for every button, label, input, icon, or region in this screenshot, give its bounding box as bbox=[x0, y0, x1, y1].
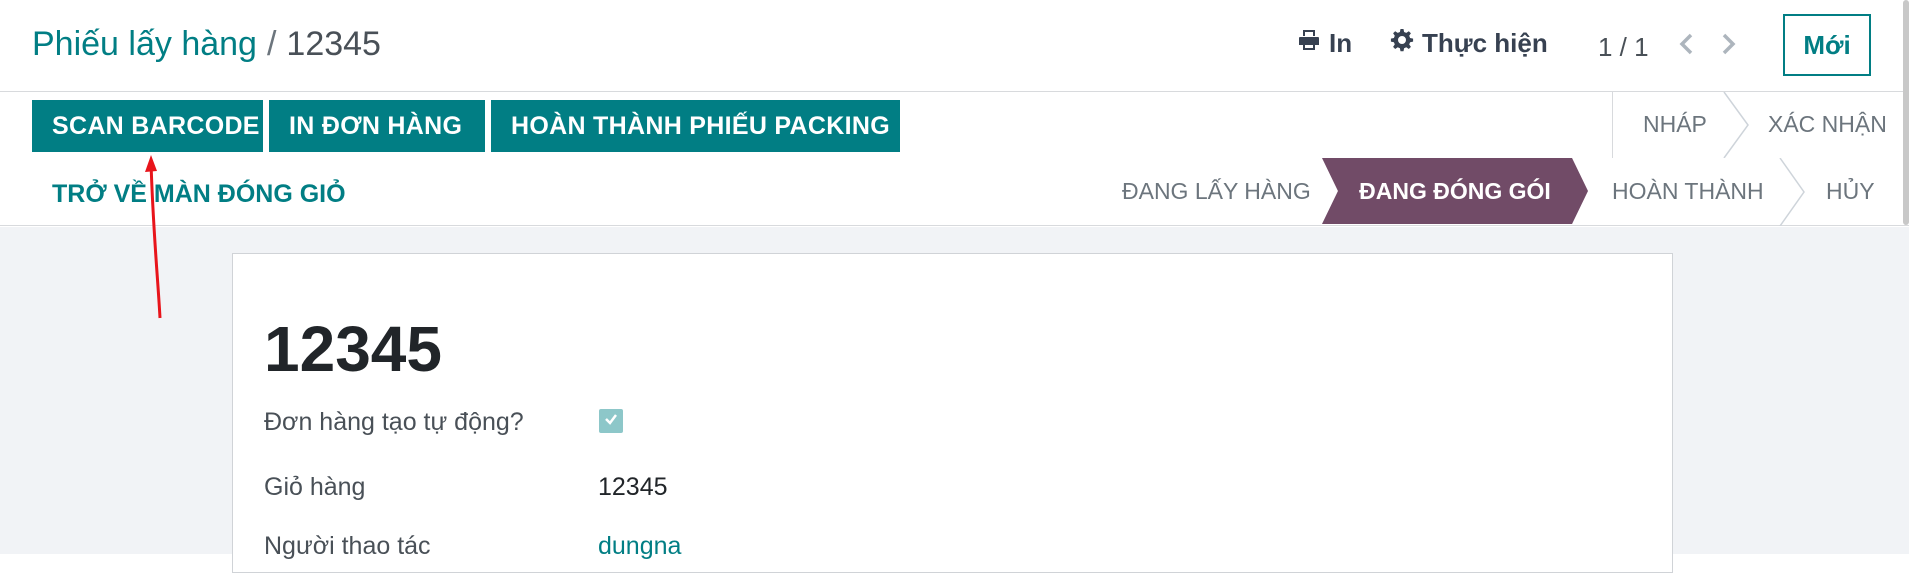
gear-icon bbox=[1390, 28, 1414, 59]
new-button[interactable]: Mới bbox=[1783, 14, 1871, 76]
print-button[interactable]: In bbox=[1297, 28, 1352, 59]
breadcrumb: Phiếu lấy hàng/12345 bbox=[32, 25, 381, 64]
operator-value-link[interactable]: dungna bbox=[598, 532, 681, 561]
control-panel: Phiếu lấy hàng/12345 In Thực hiện 1 / 1 … bbox=[0, 0, 1909, 92]
stage-separator bbox=[1778, 157, 1808, 231]
print-order-button[interactable]: IN ĐƠN HÀNG bbox=[269, 100, 485, 152]
stage-packing-active[interactable]: ĐANG ĐÓNG GÓI bbox=[1322, 158, 1588, 224]
action-menu-label: Thực hiện bbox=[1422, 28, 1548, 58]
stage-done[interactable]: HOÀN THÀNH bbox=[1612, 159, 1764, 223]
print-icon bbox=[1297, 28, 1321, 59]
breadcrumb-separator: / bbox=[266, 25, 277, 63]
record-title: 12345 bbox=[264, 313, 442, 385]
statusbar: SCAN BARCODE IN ĐƠN HÀNG HOÀN THÀNH PHIẾ… bbox=[0, 91, 1909, 227]
scrollbar[interactable] bbox=[1903, 0, 1909, 225]
breadcrumb-current: 12345 bbox=[286, 25, 381, 63]
pager-value[interactable]: 1 / 1 bbox=[1598, 32, 1649, 63]
operator-label: Người thao tác bbox=[264, 532, 431, 560]
action-menu-button[interactable]: Thực hiện bbox=[1390, 28, 1548, 59]
cart-label: Giỏ hàng bbox=[264, 473, 366, 501]
check-icon bbox=[603, 411, 619, 432]
scan-barcode-button[interactable]: SCAN BARCODE bbox=[32, 100, 263, 152]
stage-picking[interactable]: ĐANG LẤY HÀNG bbox=[1122, 159, 1311, 223]
stage-divider bbox=[1612, 92, 1613, 158]
breadcrumb-parent-link[interactable]: Phiếu lấy hàng bbox=[32, 25, 257, 63]
chevron-right-icon[interactable] bbox=[1715, 29, 1741, 59]
finish-packing-button[interactable]: HOÀN THÀNH PHIẾU PACKING bbox=[491, 100, 900, 152]
stage-separator bbox=[1722, 91, 1752, 163]
print-label: In bbox=[1329, 28, 1353, 58]
stage-confirmed[interactable]: XÁC NHẬN bbox=[1768, 92, 1887, 156]
stage-draft[interactable]: NHÁP bbox=[1643, 92, 1707, 156]
stage-cancel[interactable]: HỦY bbox=[1826, 159, 1875, 223]
cart-value: 12345 bbox=[598, 473, 668, 501]
auto-order-label: Đơn hàng tạo tự động? bbox=[264, 408, 524, 436]
back-to-cart-button[interactable]: TRỞ VỀ MÀN ĐÓNG GIỎ bbox=[52, 180, 346, 209]
auto-order-checkbox[interactable] bbox=[599, 409, 623, 433]
chevron-left-icon[interactable] bbox=[1674, 29, 1700, 59]
